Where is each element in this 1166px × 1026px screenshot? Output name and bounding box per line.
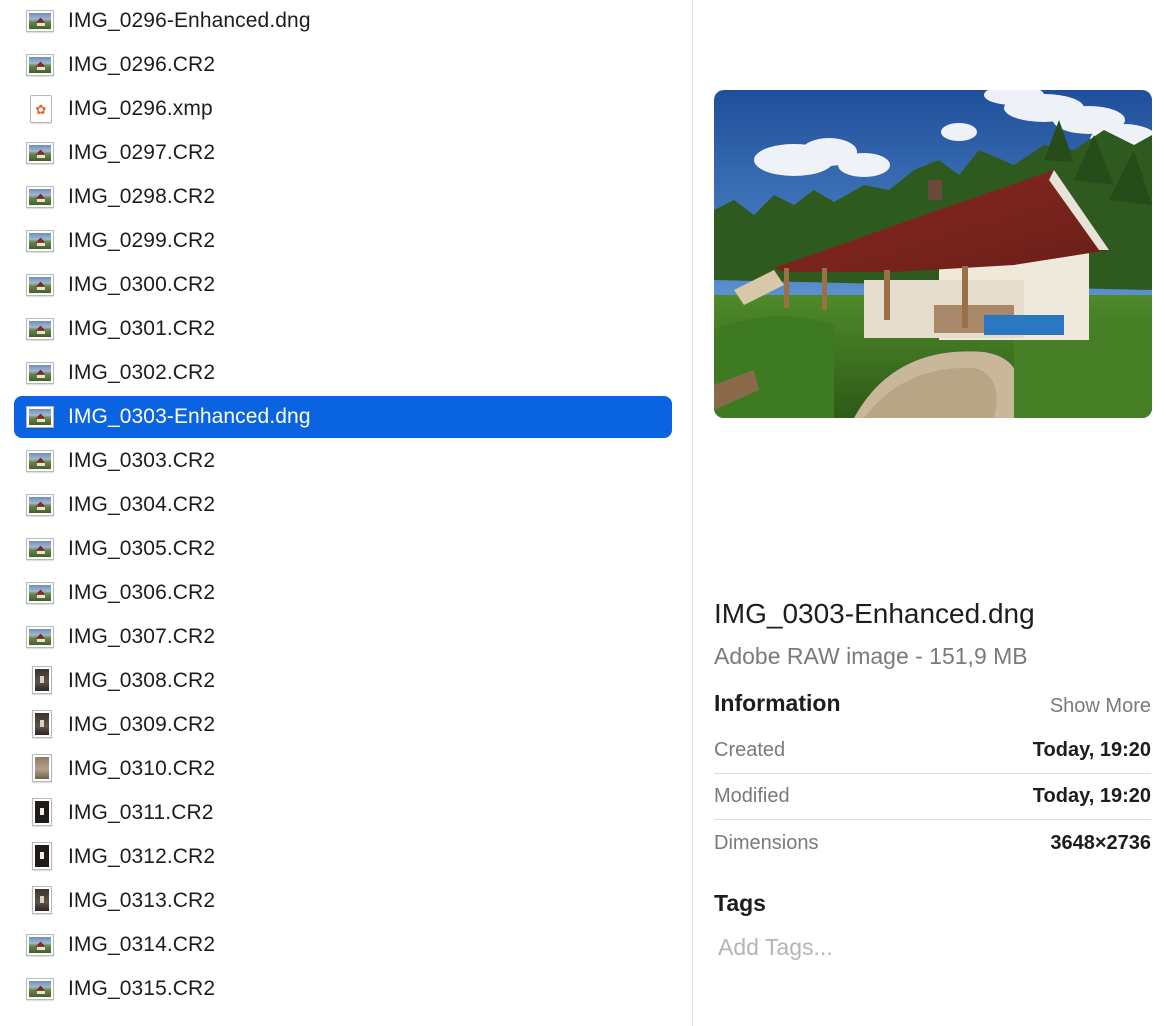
image-thumbnail-icon bbox=[26, 230, 54, 252]
image-thumbnail-icon bbox=[26, 450, 54, 472]
file-row[interactable]: IMG_0296-Enhanced.dng bbox=[14, 0, 672, 42]
image-thumbnail-icon bbox=[26, 406, 54, 428]
file-name: IMG_0303-Enhanced.dng bbox=[68, 405, 311, 428]
image-thumbnail-icon bbox=[26, 54, 54, 76]
file-row[interactable]: IMG_0297.CR2 bbox=[14, 132, 672, 174]
image-thumbnail-icon bbox=[32, 666, 52, 694]
info-row-created: Created Today, 19:20 bbox=[714, 728, 1151, 774]
file-row[interactable]: IMG_0303.CR2 bbox=[14, 440, 672, 482]
file-row[interactable]: IMG_0313.CR2 bbox=[14, 880, 672, 922]
show-more-button[interactable]: Show More bbox=[1050, 695, 1151, 718]
file-row[interactable]: IMG_0309.CR2 bbox=[14, 704, 672, 746]
xmp-file-icon: ✿ bbox=[30, 95, 52, 123]
info-label: Created bbox=[714, 739, 786, 761]
file-name: IMG_0309.CR2 bbox=[68, 713, 216, 736]
image-thumbnail-icon bbox=[26, 274, 54, 296]
file-name: IMG_0313.CR2 bbox=[68, 889, 216, 912]
info-value: 3648×2736 bbox=[1050, 831, 1151, 854]
house-photo bbox=[714, 90, 1152, 418]
file-name: IMG_0297.CR2 bbox=[68, 141, 216, 164]
file-row[interactable]: IMG_0303-Enhanced.dng bbox=[14, 396, 672, 438]
add-tags-field[interactable]: Add Tags... bbox=[718, 934, 833, 961]
information-heading: Information bbox=[714, 690, 841, 716]
image-thumbnail-icon bbox=[32, 842, 52, 870]
info-value: Today, 19:20 bbox=[1032, 785, 1151, 807]
file-row[interactable]: IMG_0306.CR2 bbox=[14, 572, 672, 614]
info-label: Modified bbox=[714, 785, 790, 807]
file-row[interactable]: IMG_0308.CR2 bbox=[14, 660, 672, 702]
info-label: Dimensions bbox=[714, 831, 819, 854]
preview-kind-size: Adobe RAW image - 151,9 MB bbox=[714, 643, 1028, 669]
pane-divider[interactable] bbox=[692, 0, 693, 1026]
image-thumbnail-icon bbox=[26, 582, 54, 604]
image-thumbnail-icon bbox=[32, 798, 52, 826]
file-row[interactable]: IMG_0304.CR2 bbox=[14, 484, 672, 526]
file-row[interactable]: IMG_0307.CR2 bbox=[14, 616, 672, 658]
preview-file-name: IMG_0303-Enhanced.dng bbox=[714, 598, 1035, 629]
file-name: IMG_0315.CR2 bbox=[68, 977, 216, 1000]
image-thumbnail-icon bbox=[26, 626, 54, 648]
file-row[interactable]: IMG_0310.CR2 bbox=[14, 748, 672, 790]
file-name: IMG_0302.CR2 bbox=[68, 361, 216, 384]
file-name: IMG_0298.CR2 bbox=[68, 185, 216, 208]
file-name: IMG_0312.CR2 bbox=[68, 845, 216, 868]
file-name: IMG_0304.CR2 bbox=[68, 493, 216, 516]
file-name: IMG_0307.CR2 bbox=[68, 625, 216, 648]
file-row[interactable]: IMG_0298.CR2 bbox=[14, 176, 672, 218]
file-row[interactable]: ✿ IMG_0296.xmp bbox=[14, 88, 672, 130]
tags-heading: Tags bbox=[714, 890, 766, 916]
file-row[interactable]: IMG_0299.CR2 bbox=[14, 220, 672, 262]
image-thumbnail-icon bbox=[26, 186, 54, 208]
image-thumbnail-icon bbox=[32, 886, 52, 914]
image-thumbnail-icon bbox=[26, 142, 54, 164]
info-value: Today, 19:20 bbox=[1032, 739, 1151, 761]
file-list: IMG_0296-Enhanced.dng IMG_0296.CR2 ✿ IMG_02… bbox=[0, 0, 692, 1026]
file-name: IMG_0299.CR2 bbox=[68, 229, 216, 252]
file-row[interactable]: IMG_0314.CR2 bbox=[14, 924, 672, 966]
file-name: IMG_0305.CR2 bbox=[68, 537, 216, 560]
file-name: IMG_0301.CR2 bbox=[68, 317, 216, 340]
file-row[interactable]: IMG_0312.CR2 bbox=[14, 836, 672, 878]
file-row[interactable]: IMG_0305.CR2 bbox=[14, 528, 672, 570]
file-row[interactable]: IMG_0300.CR2 bbox=[14, 264, 672, 306]
info-row-dimensions: Dimensions 3648×2736 bbox=[714, 820, 1151, 866]
file-name: IMG_0310.CR2 bbox=[68, 757, 216, 780]
file-name: IMG_0300.CR2 bbox=[68, 273, 216, 296]
file-name: IMG_0296-Enhanced.dng bbox=[68, 9, 311, 32]
file-row[interactable]: IMG_0301.CR2 bbox=[14, 308, 672, 350]
image-thumbnail-icon bbox=[26, 934, 54, 956]
image-thumbnail-icon bbox=[26, 494, 54, 516]
file-name: IMG_0296.xmp bbox=[68, 97, 213, 120]
file-row[interactable]: IMG_0311.CR2 bbox=[14, 792, 672, 834]
image-preview[interactable] bbox=[714, 90, 1152, 418]
image-thumbnail-icon bbox=[32, 754, 52, 782]
file-row[interactable]: IMG_0296.CR2 bbox=[14, 44, 672, 86]
image-thumbnail-icon bbox=[32, 710, 52, 738]
file-name: IMG_0306.CR2 bbox=[68, 581, 216, 604]
file-name: IMG_0296.CR2 bbox=[68, 53, 216, 76]
info-row-modified: Modified Today, 19:20 bbox=[714, 774, 1151, 820]
image-thumbnail-icon bbox=[26, 978, 54, 1000]
image-thumbnail-icon bbox=[26, 362, 54, 384]
file-name: IMG_0303.CR2 bbox=[68, 449, 216, 472]
file-row[interactable]: IMG_0315.CR2 bbox=[14, 968, 672, 1010]
file-name: IMG_0308.CR2 bbox=[68, 669, 216, 692]
file-row[interactable]: IMG_0302.CR2 bbox=[14, 352, 672, 394]
image-thumbnail-icon bbox=[26, 10, 54, 32]
file-name: IMG_0314.CR2 bbox=[68, 933, 216, 956]
file-name: IMG_0311.CR2 bbox=[68, 801, 214, 824]
image-thumbnail-icon bbox=[26, 538, 54, 560]
image-thumbnail-icon bbox=[26, 318, 54, 340]
